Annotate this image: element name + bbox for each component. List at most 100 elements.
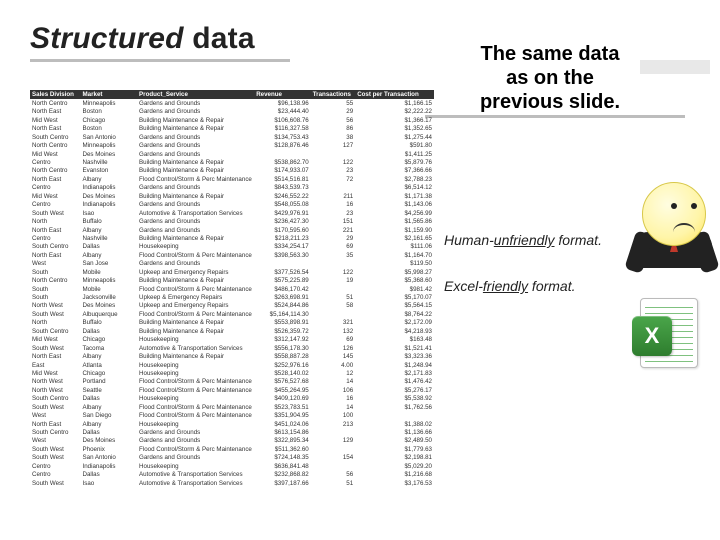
subtitle: The same data as on the previous slide. — [445, 42, 655, 114]
table-cell: South West — [30, 445, 81, 453]
table-cell: 56 — [311, 116, 355, 124]
table-cell: $451,024.06 — [254, 420, 311, 428]
table-row: North EastAlbanyGardens and Grounds$170,… — [30, 226, 434, 234]
table-cell: $523,783.51 — [254, 403, 311, 411]
table-row: South CentroDallasHousekeeping$334,254.1… — [30, 243, 434, 251]
table-cell: $174,933.07 — [254, 167, 311, 175]
table-cell: North Centro — [30, 277, 81, 285]
table-cell: $526,359.72 — [254, 327, 311, 335]
table-cell: Chicago — [81, 369, 138, 377]
subtitle-line-3: previous slide. — [480, 91, 620, 113]
table-cell: 213 — [311, 420, 355, 428]
table-cell: Chicago — [81, 116, 138, 124]
table-cell: Building Maintenance & Repair — [137, 327, 254, 335]
table-cell: $398,563.30 — [254, 251, 311, 259]
table-cell: Des Moines — [81, 150, 138, 158]
table-cell: $252,976.16 — [254, 361, 311, 369]
table-cell: Des Moines — [81, 302, 138, 310]
table-cell: South West — [30, 310, 81, 318]
table-cell: $377,526.54 — [254, 268, 311, 276]
table-row: North EastBostonBuilding Maintenance & R… — [30, 125, 434, 133]
table-cell: Des Moines — [81, 437, 138, 445]
table-cell: $575,225.89 — [254, 277, 311, 285]
table-cell: Flood Control/Storm & Perc Maintenance — [137, 386, 254, 394]
table-cell: $1,159.90 — [355, 226, 434, 234]
table-cell: Minneapolis — [81, 142, 138, 150]
table-cell: San Jose — [81, 260, 138, 268]
table-cell: 69 — [311, 243, 355, 251]
table-cell: $236,427.30 — [254, 218, 311, 226]
table-cell: Atlanta — [81, 361, 138, 369]
table-cell: Nashville — [81, 159, 138, 167]
subtitle-line-1: The same data — [481, 43, 620, 65]
table-cell: $528,140.02 — [254, 369, 311, 377]
table-cell: North East — [30, 125, 81, 133]
table-cell: Housekeeping — [137, 395, 254, 403]
table-cell: Albany — [81, 403, 138, 411]
table-cell: 221 — [311, 226, 355, 234]
table-row: Mid WestDes MoinesGardens and Grounds$1,… — [30, 150, 434, 158]
table-cell: Building Maintenance & Repair — [137, 319, 254, 327]
table-cell: Mid West — [30, 192, 81, 200]
table-cell: $232,868.82 — [254, 471, 311, 479]
table-cell: Automotive & Transportation Services — [137, 471, 254, 479]
table-row: South CentroDallasBuilding Maintenance &… — [30, 327, 434, 335]
table-cell — [311, 310, 355, 318]
table-cell: Gardens and Grounds — [137, 133, 254, 141]
table-row: North CentroMinneapolisBuilding Maintena… — [30, 277, 434, 285]
table-row: South WestIsaoAutomotive & Transportatio… — [30, 479, 434, 487]
table-cell: Seattle — [81, 386, 138, 394]
table-cell: North Centro — [30, 99, 81, 107]
table-cell: $553,898.91 — [254, 319, 311, 327]
table-cell: Upkeep and Emergency Repairs — [137, 268, 254, 276]
table-cell: Flood Control/Storm & Perc Maintenance — [137, 310, 254, 318]
table-cell: $2,172.09 — [355, 319, 434, 327]
table-cell: $1,352.65 — [355, 125, 434, 133]
table-row: South WestAlbuquerqueFlood Control/Storm… — [30, 310, 434, 318]
table-cell: Gardens and Grounds — [137, 454, 254, 462]
table-cell: Gardens and Grounds — [137, 99, 254, 107]
table-cell: $3,323.36 — [355, 353, 434, 361]
col-header: Revenue — [254, 90, 311, 99]
table-cell: $1,476.42 — [355, 378, 434, 386]
table-cell: Building Maintenance & Repair — [137, 125, 254, 133]
table-cell: Flood Control/Storm & Perc Maintenance — [137, 403, 254, 411]
table-cell: $1,411.25 — [355, 150, 434, 158]
table-cell: $724,148.35 — [254, 454, 311, 462]
table-row: SouthJacksonvilleUpkeep & Emergency Repa… — [30, 294, 434, 302]
table-cell — [254, 260, 311, 268]
table-cell: $5,164,114.30 — [254, 310, 311, 318]
table-cell: Centro — [30, 234, 81, 242]
table-cell: Upkeep & Emergency Repairs — [137, 294, 254, 302]
table-row: North EastAlbanyHousekeeping$451,024.062… — [30, 420, 434, 428]
table-cell: Housekeeping — [137, 361, 254, 369]
table-cell: Mobile — [81, 268, 138, 276]
table-cell: 86 — [311, 125, 355, 133]
table-row: NorthBuffaloBuilding Maintenance & Repai… — [30, 319, 434, 327]
table-cell — [311, 184, 355, 192]
table-cell: $246,552.22 — [254, 192, 311, 200]
table-cell: 154 — [311, 454, 355, 462]
table-cell: $455,264.95 — [254, 386, 311, 394]
table-cell: San Antonio — [81, 133, 138, 141]
table-cell: South West — [30, 209, 81, 217]
note-human-unfriendly: Human-unfriendly format. — [444, 232, 602, 248]
table-cell: North West — [30, 378, 81, 386]
table-row: CentroIndianapolisGardens and Grounds$84… — [30, 184, 434, 192]
table-row: North WestSeattleFlood Control/Storm & P… — [30, 386, 434, 394]
table-cell: 14 — [311, 378, 355, 386]
table-cell — [311, 150, 355, 158]
table-cell: $524,844.86 — [254, 302, 311, 310]
table-cell: Gardens and Grounds — [137, 142, 254, 150]
table-cell: West — [30, 412, 81, 420]
table-cell: $843,539.73 — [254, 184, 311, 192]
data-table: Sales DivisionMarketProduct_ServiceReven… — [30, 90, 434, 488]
table-cell: 19 — [311, 277, 355, 285]
table-cell: Gardens and Grounds — [137, 218, 254, 226]
table-cell: $2,489.50 — [355, 437, 434, 445]
table-cell: $2,198.81 — [355, 454, 434, 462]
table-cell: Dallas — [81, 395, 138, 403]
table-cell: Building Maintenance & Repair — [137, 116, 254, 124]
table-cell — [311, 260, 355, 268]
table-cell: North East — [30, 175, 81, 183]
